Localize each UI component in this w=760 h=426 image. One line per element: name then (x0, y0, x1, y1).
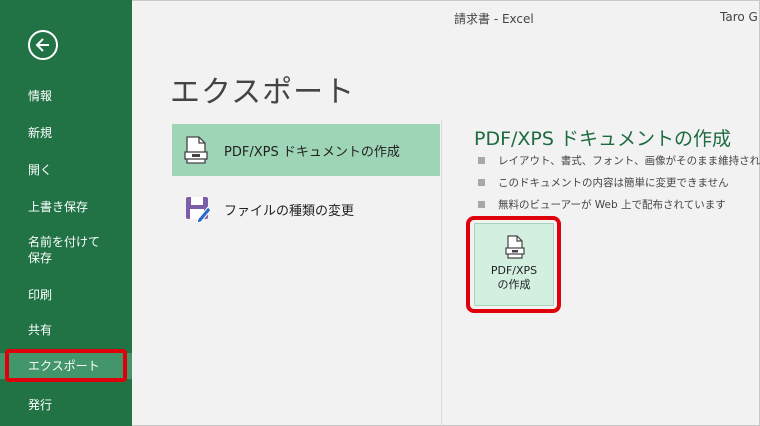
list-item: 無料のビューアーが Web 上で配布されています (478, 198, 760, 220)
pdf-document-icon (505, 235, 525, 263)
list-item: レイアウト、書式、フォント、画像がそのまま維持されます (478, 154, 760, 176)
sidebar-item-save-as-line1: 名前を付けて (28, 235, 101, 249)
option-change-file-type[interactable]: ファイルの種類の変更 (172, 183, 440, 235)
sidebar-item-info[interactable]: 情報 (0, 88, 132, 104)
bullet-icon (478, 179, 485, 186)
sidebar-item-share[interactable]: 共有 (0, 322, 132, 338)
sidebar-item-save[interactable]: 上書き保存 (0, 199, 132, 215)
option-label-change-file-type: ファイルの種類の変更 (224, 204, 355, 219)
bullet-icon (478, 157, 485, 164)
sidebar-item-publish[interactable]: 発行 (0, 397, 132, 413)
create-button-label: PDF/XPS の作成 (475, 264, 553, 292)
user-name[interactable]: Taro G (720, 10, 758, 24)
panel-title: PDF/XPS ドキュメントの作成 (474, 128, 731, 150)
save-file-type-icon (184, 195, 212, 227)
bullet-icon (478, 201, 485, 208)
feature-list: レイアウト、書式、フォント、画像がそのまま維持されます このドキュメントの内容は… (478, 154, 760, 220)
sidebar-item-open[interactable]: 開く (0, 162, 132, 178)
backstage-sidebar: 情報 新規 開く 上書き保存 名前を付けて 保存 印刷 共有 エクスポート 発行 (0, 0, 132, 426)
sidebar-item-save-as-line2: 保存 (28, 251, 53, 265)
back-arrow-icon[interactable] (28, 30, 58, 60)
create-pdf-xps-button[interactable]: PDF/XPS の作成 (474, 223, 554, 306)
page-title: エクスポート (170, 75, 356, 110)
create-button-label-line2: の作成 (497, 278, 531, 291)
panel-divider (441, 120, 442, 426)
sidebar-item-export[interactable]: エクスポート (0, 353, 132, 379)
pdf-document-icon (184, 136, 208, 168)
sidebar-item-print[interactable]: 印刷 (0, 287, 132, 303)
sidebar-item-new[interactable]: 新規 (0, 125, 132, 141)
sidebar-item-save-as[interactable]: 名前を付けて 保存 (0, 234, 132, 266)
window-title: 請求書 - Excel (454, 12, 534, 26)
option-create-pdf-xps[interactable]: PDF/XPS ドキュメントの作成 (172, 124, 440, 176)
list-item: このドキュメントの内容は簡単に変更できません (478, 176, 760, 198)
option-label-create-pdf-xps: PDF/XPS ドキュメントの作成 (224, 145, 400, 160)
create-button-label-line1: PDF/XPS (490, 264, 538, 277)
